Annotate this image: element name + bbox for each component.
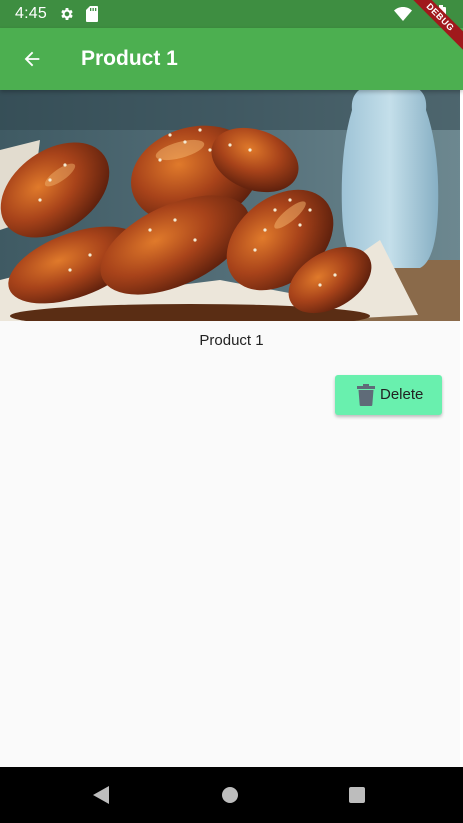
delete-label: Delete bbox=[380, 386, 424, 403]
status-bar: 4:45 DEBUG bbox=[0, 0, 463, 54]
trash-icon bbox=[357, 384, 375, 406]
page-title: Product 1 bbox=[81, 47, 178, 70]
sd-card-icon bbox=[86, 6, 98, 22]
nav-home-icon[interactable] bbox=[221, 786, 239, 804]
status-time: 4:45 bbox=[15, 5, 47, 22]
app-bar: Product 1 bbox=[0, 28, 463, 90]
nav-recents-icon[interactable] bbox=[348, 786, 366, 804]
screen: 4:45 DEBUG Product 1 Product 1 Delete bbox=[0, 0, 463, 823]
nav-back-icon[interactable] bbox=[92, 785, 110, 805]
gear-icon bbox=[61, 8, 73, 20]
wifi-icon bbox=[394, 7, 412, 21]
delete-button[interactable]: Delete bbox=[335, 375, 442, 415]
nav-bar bbox=[0, 767, 463, 823]
arrow-left-icon bbox=[24, 51, 40, 67]
product-photo bbox=[0, 90, 463, 321]
product-name: Product 1 bbox=[199, 332, 264, 349]
battery-icon bbox=[436, 5, 446, 22]
product-image bbox=[0, 90, 463, 321]
back-button[interactable] bbox=[12, 39, 52, 79]
